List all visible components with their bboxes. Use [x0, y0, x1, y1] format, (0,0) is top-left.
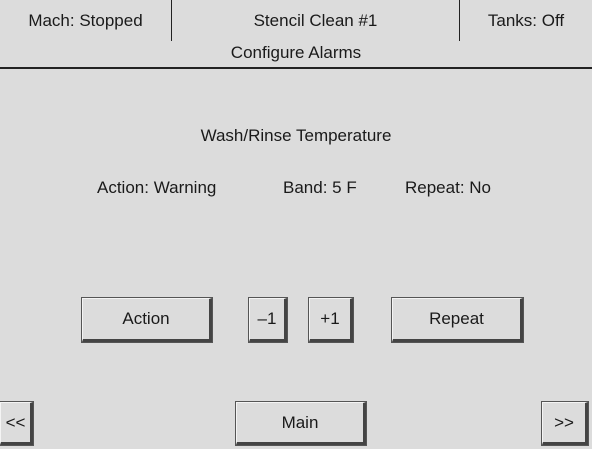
status-bar: Mach: Stopped Stencil Clean #1 Tanks: Of…: [0, 0, 592, 41]
alarm-title: Wash/Rinse Temperature: [200, 126, 392, 145]
action-button[interactable]: Action: [81, 297, 213, 343]
alarm-band-value: Band: 5 F: [283, 178, 357, 197]
increment-button[interactable]: +1: [308, 297, 354, 343]
alarm-action-value: Action: Warning: [97, 178, 217, 197]
repeat-button[interactable]: Repeat: [391, 297, 524, 343]
next-page-button[interactable]: >>: [541, 401, 589, 446]
machine-status: Mach: Stopped: [0, 0, 172, 41]
status-header: Mach: Stopped Stencil Clean #1 Tanks: Of…: [0, 0, 592, 69]
main-menu-button[interactable]: Main: [235, 401, 367, 446]
alarm-repeat-value: Repeat: No: [405, 178, 491, 197]
tanks-status: Tanks: Off: [487, 10, 565, 30]
decrement-button[interactable]: –1: [248, 297, 288, 343]
previous-page-button[interactable]: <<: [0, 401, 34, 446]
screen-name: Stencil Clean #1: [172, 0, 460, 41]
page-subtitle-text: Configure Alarms: [230, 42, 362, 62]
page-subtitle: Configure Alarms: [0, 41, 592, 69]
